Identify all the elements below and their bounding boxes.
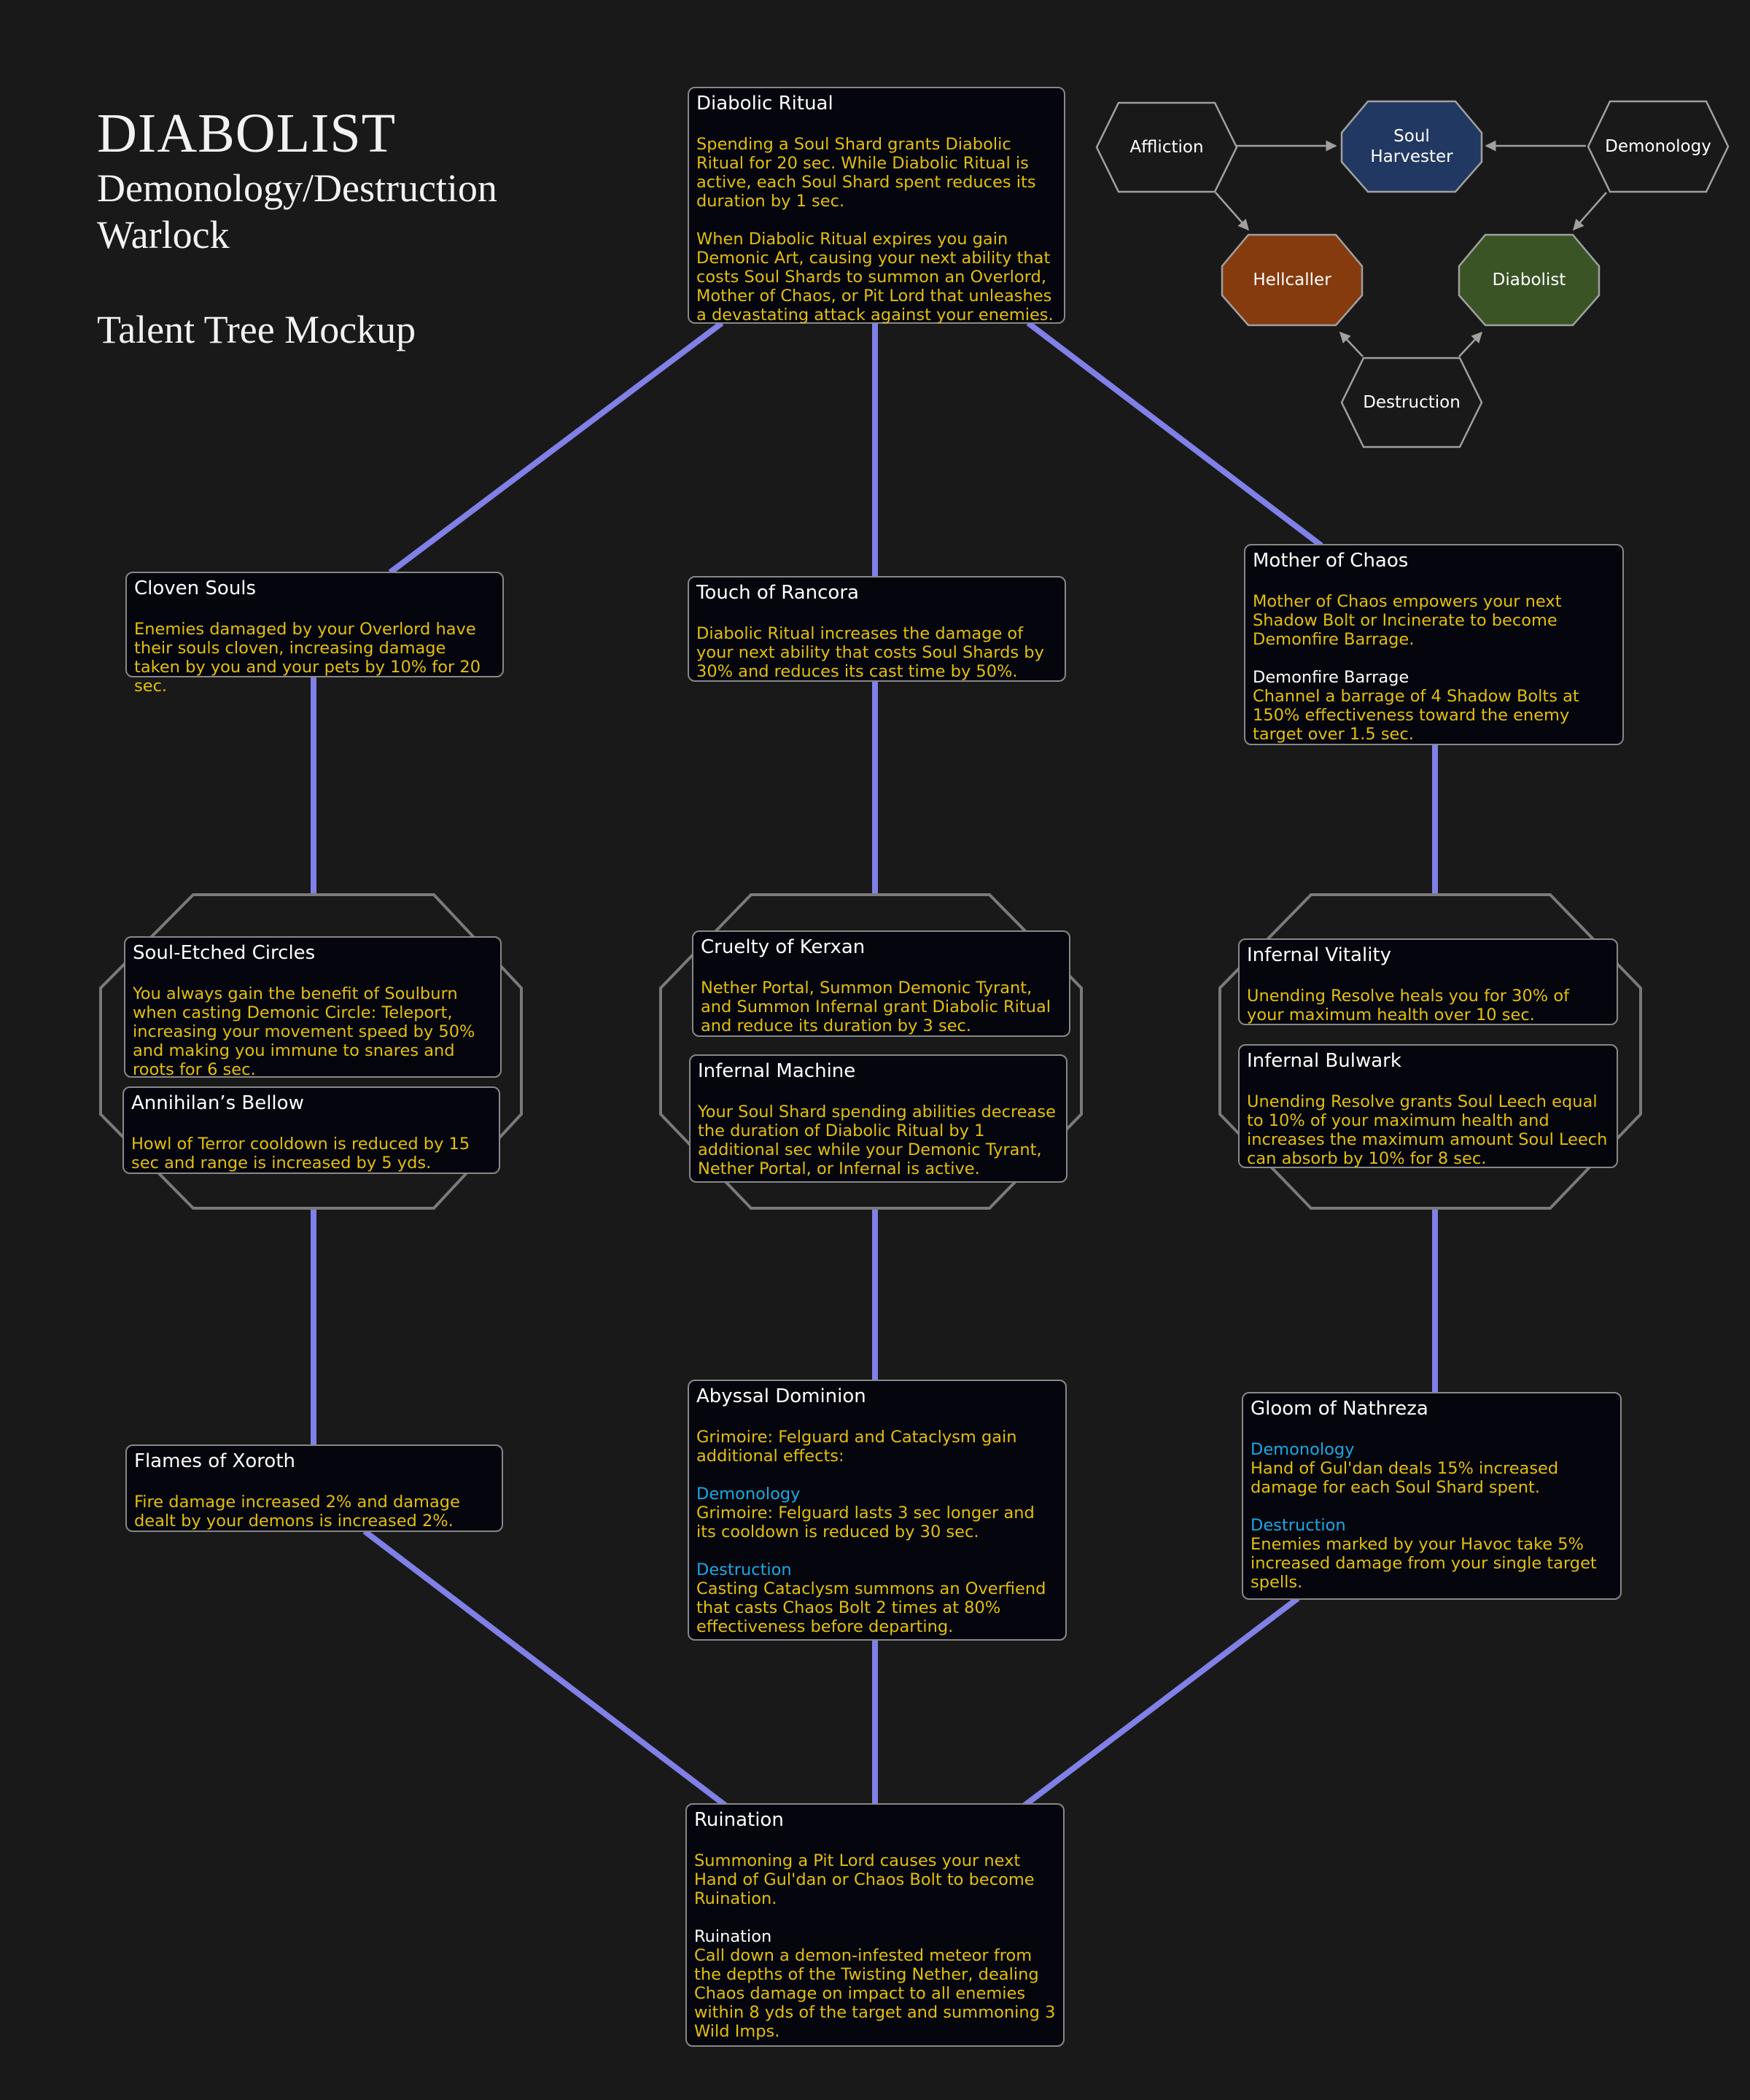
talent-card-infernal-vitality[interactable]: Infernal Vitality Unending Resolve heals…	[1238, 938, 1618, 1025]
talent-description: Spending a Soul Shard grants Diabolic Ri…	[696, 135, 1036, 211]
talent-card-ruination[interactable]: Ruination Summoning a Pit Lord causes yo…	[685, 1803, 1065, 2047]
ability-description: Channel a barrage of 4 Shadow Bolts at 1…	[1253, 687, 1579, 744]
talent-name: Mother of Chaos	[1253, 550, 1409, 572]
talent-name: Annihilan’s Bellow	[131, 1092, 304, 1114]
mockup-label: Talent Tree Mockup	[97, 308, 416, 351]
arrow-demonology-to-diabolist	[1573, 192, 1607, 231]
ability-description: Call down a demon-infested meteor from t…	[694, 1946, 1056, 2041]
spec-node-affliction: Affliction	[1095, 101, 1238, 193]
spec-node-destruction: Destruction	[1340, 357, 1483, 448]
page-title: DIABOLIST	[97, 103, 397, 164]
ability-name: Ruination	[694, 1927, 772, 1946]
spec-node-diabolist: Diabolist	[1458, 233, 1601, 327]
spec-node-label: Hellcaller	[1253, 271, 1331, 289]
spec-label-demonology: Demonology	[1251, 1440, 1355, 1459]
talent-name: Ruination	[694, 1809, 784, 1831]
talent-name: Gloom of Nathreza	[1251, 1398, 1428, 1420]
spec-node-label: Demonology	[1605, 137, 1711, 156]
talent-description: Unending Resolve heals you for 30% of yo…	[1247, 987, 1570, 1024]
talent-name: Infernal Machine	[698, 1060, 856, 1082]
title-block: DIABOLIST Demonology/Destruction Warlock…	[97, 102, 497, 353]
talent-name: Soul-Etched Circles	[133, 942, 316, 964]
talent-card-gloom-of-nathreza[interactable]: Gloom of Nathreza Demonology Hand of Gul…	[1242, 1392, 1622, 1600]
talent-name: Infernal Bulwark	[1247, 1050, 1401, 1072]
talent-name: Infernal Vitality	[1247, 944, 1392, 966]
spec-description: Grimoire: Felguard lasts 3 sec longer an…	[696, 1504, 1035, 1541]
spec-node-label: Destruction	[1363, 393, 1461, 412]
arrow-affliction-to-hellcaller	[1215, 192, 1249, 231]
talent-card-flames-of-xoroth[interactable]: Flames of Xoroth Fire damage increased 2…	[125, 1444, 503, 1532]
spec-subtitle: Demonology/Destruction	[97, 166, 497, 210]
talent-description: Unending Resolve grants Soul Leech equal…	[1247, 1092, 1608, 1168]
talent-name: Diabolic Ritual	[696, 93, 833, 114]
spec-node-soul-harvester: Soul Harvester	[1340, 100, 1483, 193]
talent-card-infernal-bulwark[interactable]: Infernal Bulwark Unending Resolve grants…	[1238, 1044, 1618, 1168]
talent-name: Flames of Xoroth	[134, 1450, 295, 1472]
connector-ritual-to-mother	[1026, 320, 1323, 548]
talent-card-diabolic-ritual[interactable]: Diabolic Ritual Spending a Soul Shard gr…	[688, 87, 1065, 324]
talent-card-soul-etched-circles[interactable]: Soul-Etched Circles You always gain the …	[124, 936, 502, 1079]
spec-node-label: Diabolist	[1492, 271, 1566, 289]
spec-description: Enemies marked by your Havoc take 5% inc…	[1251, 1535, 1597, 1592]
spec-node-label: Soul Harvester	[1370, 127, 1453, 166]
spec-description: Casting Cataclysm summons an Overfiend t…	[696, 1579, 1046, 1636]
talent-card-cloven-souls[interactable]: Cloven Souls Enemies damaged by your Ove…	[125, 572, 504, 696]
spec-label-destruction: Destruction	[1251, 1516, 1346, 1535]
ability-name: Demonfire Barrage	[1253, 668, 1409, 687]
talent-name: Cruelty of Kerxan	[701, 936, 866, 958]
talent-description: Enemies damaged by your Overlord have th…	[134, 620, 481, 696]
talent-description: You always gain the benefit of Soulburn …	[133, 984, 475, 1079]
spec-node-hellcaller: Hellcaller	[1221, 233, 1364, 327]
talent-card-abyssal-dominion[interactable]: Abyssal Dominion Grimoire: Felguard and …	[688, 1380, 1067, 1641]
talent-card-touch-of-rancora[interactable]: Touch of Rancora Diabolic Ritual increas…	[688, 576, 1066, 682]
talent-description: Your Soul Shard spending abilities decre…	[698, 1102, 1056, 1178]
talent-name: Cloven Souls	[134, 578, 257, 599]
talent-card-annihilans-bellow[interactable]: Annihilan’s Bellow Howl of Terror cooldo…	[122, 1086, 500, 1174]
talent-description: Grimoire: Felguard and Cataclysm gain ad…	[696, 1428, 1017, 1466]
talent-name: Abyssal Dominion	[696, 1385, 866, 1407]
connector-ritual-to-cloven	[388, 320, 724, 575]
talent-description: When Diabolic Ritual expires you gain De…	[696, 230, 1054, 324]
talent-description: Mother of Chaos empowers your next Shado…	[1253, 592, 1562, 649]
talent-name: Touch of Rancora	[696, 582, 859, 604]
talent-card-cruelty-of-kerxan[interactable]: Cruelty of Kerxan Nether Portal, Summon …	[692, 930, 1070, 1037]
arrow-destruction-to-diabolist	[1458, 331, 1483, 357]
spec-label-demonology: Demonology	[696, 1485, 801, 1504]
talent-description: Howl of Terror cooldown is reduced by 15…	[131, 1135, 470, 1172]
class-subtitle: Warlock	[97, 213, 230, 257]
talent-description: Nether Portal, Summon Demonic Tyrant, an…	[701, 979, 1051, 1035]
spec-node-demonology: Demonology	[1587, 100, 1730, 193]
talent-description: Summoning a Pit Lord causes your next Ha…	[694, 1851, 1035, 1908]
spec-label-destruction: Destruction	[696, 1560, 792, 1579]
talent-description: Diabolic Ritual increases the damage of …	[696, 624, 1044, 681]
talent-description: Fire damage increased 2% and damage deal…	[134, 1493, 460, 1531]
talent-card-mother-of-chaos[interactable]: Mother of Chaos Mother of Chaos empowers…	[1244, 544, 1624, 745]
spec-description: Hand of Gul'dan deals 15% increased dama…	[1251, 1459, 1559, 1497]
connector-flames-to-ruination	[362, 1528, 728, 1808]
arrow-destruction-to-hellcaller	[1339, 331, 1364, 357]
spec-node-label: Affliction	[1129, 138, 1204, 157]
talent-card-infernal-machine[interactable]: Infernal Machine Your Soul Shard spendin…	[689, 1054, 1068, 1183]
